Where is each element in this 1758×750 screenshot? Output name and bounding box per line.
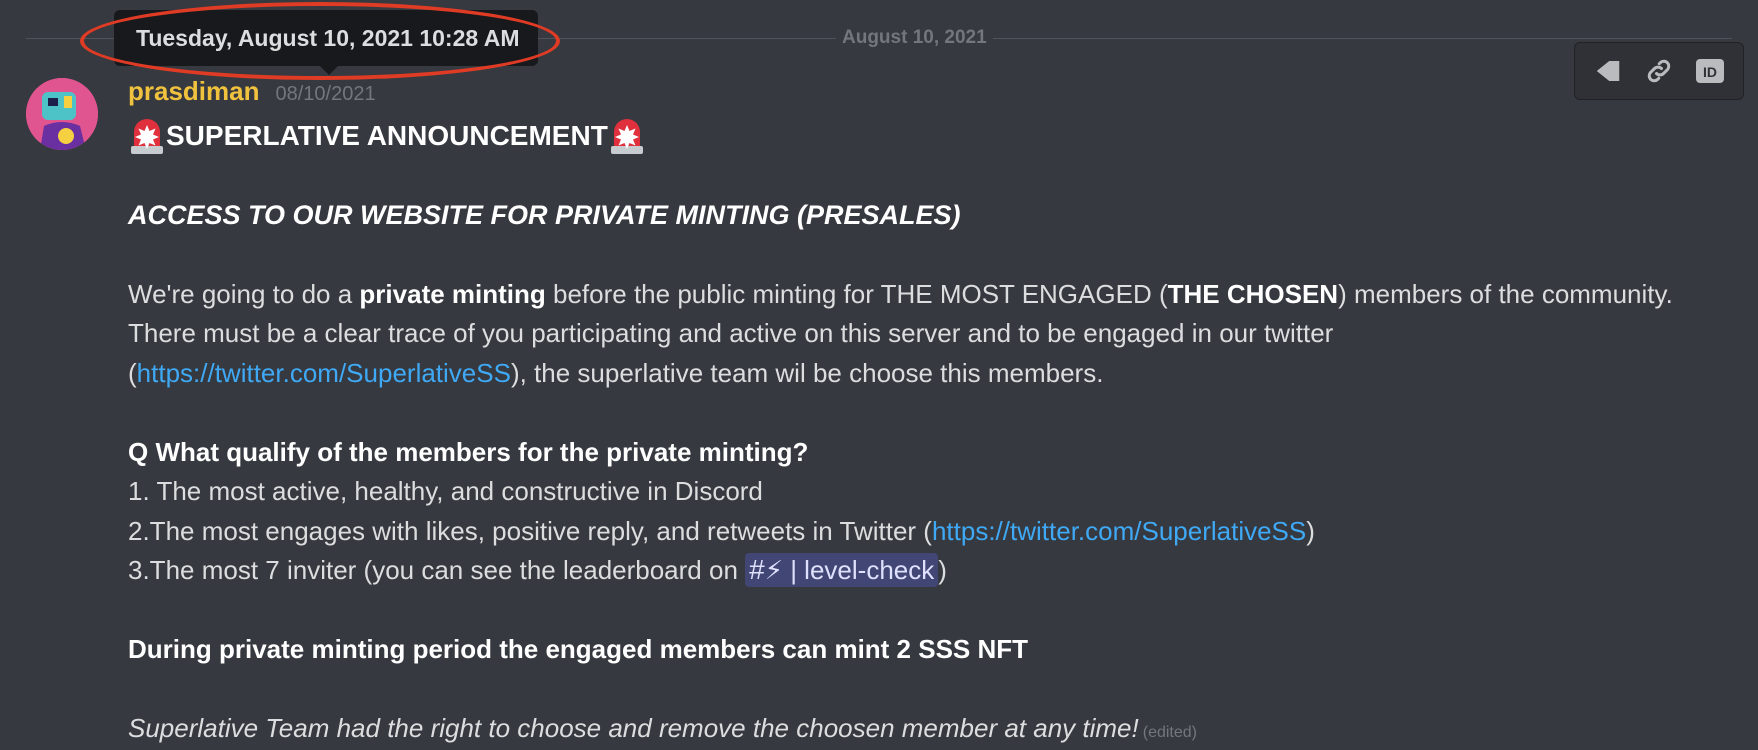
paragraph-2: There must be a clear trace of you parti… [128, 318, 1334, 348]
p1-text-c: before the public minting for THE MOST E… [545, 278, 1168, 309]
paragraph-3: (https://twitter.com/SuperlativeSS), the… [128, 354, 1738, 394]
channel-name: | level-check [782, 555, 935, 585]
avatar[interactable] [26, 78, 98, 150]
p1-bold-the-chosen: THE CHOSEN [1167, 278, 1339, 309]
item2-close: ) [1306, 515, 1315, 546]
twitter-link[interactable]: https://twitter.com/SuperlativeSS [932, 516, 1306, 546]
list-item-3: 3.The most 7 inviter (you can see the le… [128, 551, 1738, 591]
footer-line: Superlative Team had the right to choose… [128, 709, 1738, 750]
item3-close: ) [938, 555, 947, 585]
message-header: prasdiman 08/10/2021 [128, 76, 1738, 116]
private-period-line: During private minting period the engage… [128, 634, 1029, 664]
username[interactable]: prasdiman [128, 76, 260, 107]
access-heading-line: ACCESS TO OUR WEBSITE FOR PRIVATE MINTIN… [128, 196, 1738, 236]
date-divider-label: August 10, 2021 [836, 26, 993, 50]
paragraph-1: We're going to do a private minting befo… [128, 275, 1738, 315]
channel-hash-icon: # [749, 554, 765, 585]
announcement-title: SUPERLATIVE ANNOUNCEMENT [128, 116, 1738, 156]
list-item-1: 1. The most active, healthy, and constru… [128, 476, 763, 506]
siren-icon [128, 116, 166, 156]
lightning-icon: ⚡ [764, 555, 783, 585]
announcement-title-text: SUPERLATIVE ANNOUNCEMENT [166, 120, 608, 151]
p1-bold-private-minting: private minting [359, 278, 546, 309]
access-heading: ACCESS TO OUR WEBSITE FOR PRIVATE MINTIN… [128, 199, 961, 230]
edited-label: (edited) [1142, 724, 1197, 741]
message-content: prasdiman 08/10/2021 SUPERLATIVE ANNOUNC… [128, 76, 1738, 750]
list-item-2: 2.The most engages with likes, positive … [128, 512, 1738, 552]
qualify-heading: Q What qualify of the members for the pr… [128, 436, 809, 467]
chat-view: August 10, 2021 Tuesday, August 10, 2021… [0, 0, 1758, 750]
p1-text-e: ) members of the community. [1338, 278, 1673, 309]
twitter-link[interactable]: https://twitter.com/SuperlativeSS [137, 358, 511, 388]
channel-mention-level-check[interactable]: #⚡ | level-check [745, 553, 939, 587]
p1-text-a: We're going to do a [128, 278, 360, 309]
p3-rest: ), the superlative team wil be choose th… [510, 357, 1104, 388]
item3-text: 3.The most 7 inviter (you can see the le… [128, 555, 746, 585]
item2-text: 2.The most engages with likes, positive … [128, 515, 932, 546]
siren-icon [608, 116, 646, 156]
p3-open: ( [128, 357, 137, 388]
highlight-annotation [80, 2, 560, 80]
message-timestamp[interactable]: 08/10/2021 [276, 83, 376, 106]
footer-text: Superlative Team had the right to choose… [128, 713, 1139, 743]
